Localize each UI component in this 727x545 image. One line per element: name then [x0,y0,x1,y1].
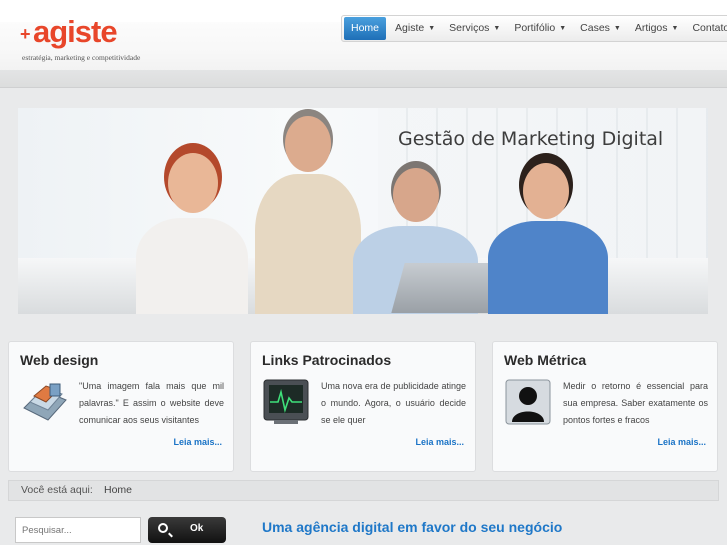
feature-text: Medir o retorno é essencial para sua emp… [563,381,708,425]
nav-label: Serviços [449,22,490,34]
breadcrumb-label: Você está aqui: [21,484,93,496]
search-button[interactable]: Ok [148,517,226,543]
nav-item-agiste[interactable]: Agiste ▼ [388,16,442,41]
feature-text: "Uma imagem fala mais que mil palavras."… [79,381,224,425]
banner-person-woman-right [483,163,608,314]
nav-label: Portifólio [514,22,556,34]
user-silhouette-icon [505,379,551,425]
read-more-link[interactable]: Leia mais... [415,437,464,447]
nav-item-artigos[interactable]: Artigos ▼ [628,16,686,41]
nav-item-contato[interactable]: Contato▼ [685,16,727,41]
header-subbar [0,70,727,88]
read-more-link[interactable]: Leia mais... [173,437,222,447]
nav-label: Agiste [395,22,425,34]
site-header: + agiste estratégia, marketing e competi… [0,0,727,88]
feature-text: Uma nova era de publicidade atinge o mun… [321,381,466,425]
feature-title: Web design [20,352,99,368]
logo-plus: + [20,24,31,44]
caret-down-icon: ▼ [493,25,501,32]
caret-down-icon: ▼ [559,25,567,32]
caret-down-icon: ▼ [613,25,621,32]
feature-title: Web Métrica [504,352,587,368]
caret-down-icon: ▼ [428,25,436,32]
nav-label: Artigos [634,22,668,34]
breadcrumb: Você está aqui: Home [8,480,719,501]
caret-down-icon: ▼ [671,25,679,32]
nav-item-home[interactable]: Home [344,17,387,40]
logo-wordmark: agiste [33,14,118,49]
nav-item-portifolio[interactable]: Portifólio ▼ [507,16,573,41]
search-icon [158,523,168,533]
nav-label: Cases [580,22,610,34]
nav-item-cases[interactable]: Cases ▼ [573,16,628,41]
nav-label: Home [351,22,380,34]
main-nav: Home Agiste ▼ Serviços ▼ Portifólio ▼ Cases… [341,15,727,42]
main-heading: Uma agência digital em favor do seu negó… [262,519,563,535]
feature-title: Links Patrocinados [262,352,392,368]
feature-card-web-design: Web design "Uma imagem fala mais que mil… [8,341,234,472]
read-more-link[interactable]: Leia mais... [657,437,706,447]
logo-tagline: estratégia, marketing e competitividade [22,53,141,62]
web-design-icon [23,383,67,421]
breadcrumb-home-link[interactable]: Home [104,481,132,500]
banner-person-man-standing [253,116,363,314]
search-input[interactable] [15,517,141,543]
feature-card-links-patrocinados: Links Patrocinados Uma nova era de publi… [250,341,476,472]
feature-card-web-metrica: Web Métrica Medir o retorno é essencial … [492,341,718,472]
search-button-label: Ok [190,523,204,534]
monitor-pulse-icon [263,379,309,424]
hero-banner: Gestão de Marketing Digital [18,108,708,314]
banner-title: Gestão de Marketing Digital [398,128,664,150]
banner-person-woman-left [128,153,248,314]
nav-item-servicos[interactable]: Serviços ▼ [442,16,507,41]
nav-label: Contato [692,22,727,34]
